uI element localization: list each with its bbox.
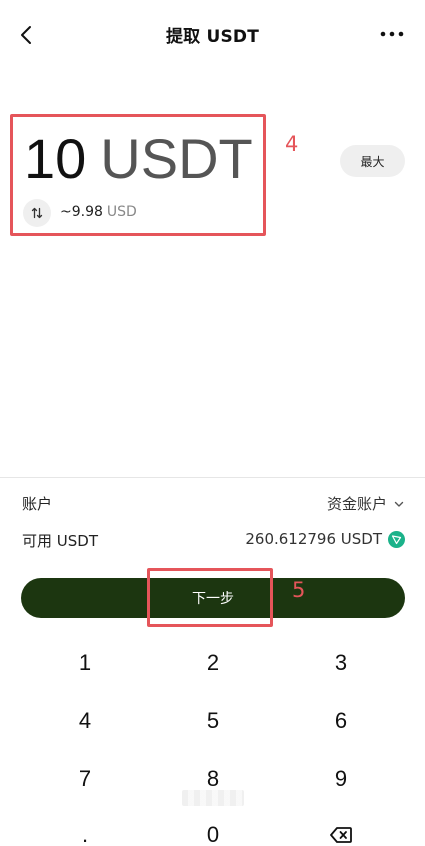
next-step-button[interactable]: 下一步 <box>21 578 405 618</box>
available-balance: 260.612796 USDT <box>245 530 405 548</box>
divider <box>0 477 425 478</box>
amount-display[interactable]: 10 USDT <box>24 129 253 189</box>
key-0[interactable]: 0 <box>153 812 273 846</box>
annotation-step-5: 5 <box>292 578 306 602</box>
available-row: 可用 USDT 260.612796 USDT <box>22 530 405 554</box>
key-1[interactable]: 1 <box>25 640 145 686</box>
amount-value: 10 <box>24 127 87 190</box>
key-9[interactable]: 9 <box>281 756 401 802</box>
header: 提取 USDT <box>0 0 425 70</box>
more-horizontal-icon <box>380 31 404 37</box>
backspace-icon <box>330 827 352 843</box>
redacted-patch <box>182 790 244 806</box>
max-button[interactable]: 最大 <box>340 145 405 177</box>
swap-vertical-icon <box>31 207 43 219</box>
account-value: 资金账户 <box>326 495 387 513</box>
fiat-unit: USD <box>106 204 137 220</box>
key-7[interactable]: 7 <box>25 756 145 802</box>
tron-network-icon <box>388 530 405 548</box>
amount-input-area[interactable]: 10 USDT ~9.98 USD <box>10 114 266 236</box>
amount-unit: USDT <box>100 127 253 190</box>
key-5[interactable]: 5 <box>153 698 273 744</box>
key-4[interactable]: 4 <box>25 698 145 744</box>
currency-swap-button[interactable] <box>23 199 51 227</box>
account-label: 账户 <box>22 495 53 513</box>
backspace-key[interactable] <box>281 812 401 846</box>
account-selector[interactable]: 资金账户 <box>327 493 405 514</box>
key-6[interactable]: 6 <box>281 698 401 744</box>
key-decimal[interactable]: . <box>25 812 145 846</box>
key-3[interactable]: 3 <box>281 640 401 686</box>
page-title: 提取 USDT <box>165 27 260 47</box>
available-label: 可用 USDT <box>22 532 98 550</box>
withdraw-screen: 提取 USDT 10 USDT ~9.98 USD 4 最大 账户 资金账户 可… <box>0 0 425 846</box>
available-value: 260.612796 USDT <box>245 530 382 548</box>
chevron-down-icon <box>394 501 404 507</box>
key-2[interactable]: 2 <box>153 640 273 686</box>
fiat-amount: ~9.98 <box>60 204 103 220</box>
fiat-equivalent: ~9.98 USD <box>60 204 137 220</box>
account-row: 账户 资金账户 <box>22 493 405 517</box>
more-options-button[interactable] <box>379 25 405 43</box>
annotation-step-4: 4 <box>285 132 299 156</box>
